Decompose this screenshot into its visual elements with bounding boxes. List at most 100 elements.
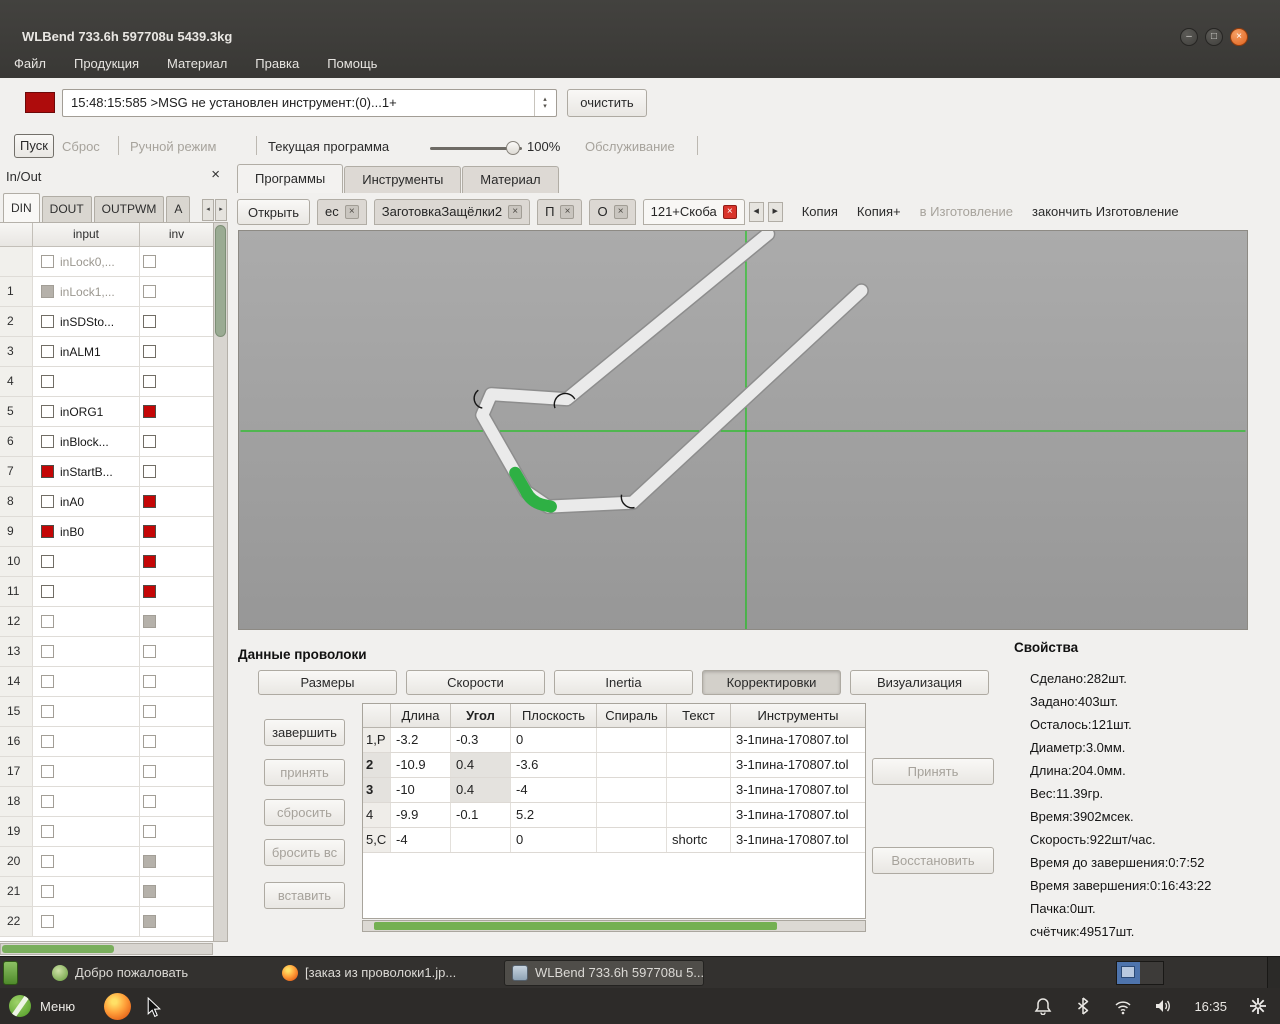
io-tab-OUTPWM[interactable]: OUTPWM xyxy=(93,196,165,222)
view-button-Визуализация[interactable]: Визуализация xyxy=(850,670,989,695)
notification-bell-icon[interactable] xyxy=(1034,997,1052,1015)
menu-button[interactable]: Меню xyxy=(0,988,91,1024)
input-checkbox[interactable] xyxy=(41,645,54,658)
inv-checkbox[interactable] xyxy=(143,855,156,868)
menu-item-Правка[interactable]: Правка xyxy=(241,52,313,78)
inv-checkbox[interactable] xyxy=(143,795,156,808)
tab-scroll-left-icon[interactable]: ◂ xyxy=(202,199,214,221)
panel-close-icon[interactable]: × xyxy=(211,166,220,183)
workspace-active[interactable] xyxy=(1117,961,1140,984)
combo-spinner[interactable]: ▴ ▾ xyxy=(534,90,555,116)
inv-checkbox[interactable] xyxy=(143,825,156,838)
program-tab[interactable]: 121+Скоба × xyxy=(642,198,745,225)
inv-checkbox[interactable] xyxy=(143,285,156,298)
program-tab[interactable]: О × xyxy=(589,198,636,225)
inv-checkbox[interactable] xyxy=(143,735,156,748)
taskbar-applet-icon[interactable] xyxy=(3,960,18,985)
clock[interactable]: 16:35 xyxy=(1194,999,1227,1014)
inv-checkbox[interactable] xyxy=(143,315,156,328)
menu-item-Помощь[interactable]: Помощь xyxy=(313,52,391,78)
input-checkbox[interactable] xyxy=(41,795,54,808)
inv-checkbox[interactable] xyxy=(143,705,156,718)
wire-data-row[interactable]: 3 -10 0.4 -4 3-1пина-170807.tol xyxy=(363,778,865,803)
input-checkbox[interactable] xyxy=(41,675,54,688)
inv-checkbox[interactable] xyxy=(143,615,156,628)
workspace-other[interactable] xyxy=(1140,961,1163,984)
slider-handle[interactable] xyxy=(506,141,520,155)
view-button-Inertia[interactable]: Inertia xyxy=(554,670,693,695)
inv-checkbox[interactable] xyxy=(143,465,156,478)
input-checkbox[interactable] xyxy=(41,615,54,628)
input-checkbox[interactable] xyxy=(41,735,54,748)
input-checkbox[interactable] xyxy=(41,525,54,538)
inv-checkbox[interactable] xyxy=(143,765,156,778)
taskbar-window[interactable]: [заказ из проволоки1.jp... xyxy=(274,960,474,986)
input-checkbox[interactable] xyxy=(41,555,54,568)
input-checkbox[interactable] xyxy=(41,765,54,778)
start-button[interactable]: Пуск xyxy=(14,134,54,158)
input-checkbox[interactable] xyxy=(41,465,54,478)
spinner-up-icon[interactable]: ▴ xyxy=(543,96,547,103)
taskbar-window[interactable]: WLBend 733.6h 597708u 5... xyxy=(504,959,704,986)
input-checkbox[interactable] xyxy=(41,585,54,598)
input-checkbox[interactable] xyxy=(41,315,54,328)
io-vertical-scrollbar[interactable] xyxy=(213,222,228,942)
view-button-Скорости[interactable]: Скорости xyxy=(406,670,545,695)
input-checkbox[interactable] xyxy=(41,255,54,268)
program-tab[interactable]: ЗаготовкаЗащёлки2 × xyxy=(373,198,531,225)
tabs-prev-icon[interactable]: ◀ xyxy=(748,201,764,222)
input-checkbox[interactable] xyxy=(41,705,54,718)
inv-checkbox[interactable] xyxy=(143,435,156,448)
open-button[interactable]: Открыть xyxy=(237,198,310,225)
inv-checkbox[interactable] xyxy=(143,255,156,268)
table-horizontal-scrollbar[interactable] xyxy=(362,920,866,932)
tab-scroll-right-icon[interactable]: ▸ xyxy=(215,199,227,221)
inv-checkbox[interactable] xyxy=(143,645,156,658)
maximize-icon[interactable]: □ xyxy=(1205,28,1223,46)
wire-data-row[interactable]: 5,C -4 0 shortc 3-1пина-170807.tol xyxy=(363,828,865,853)
inv-checkbox[interactable] xyxy=(143,675,156,688)
tab-close-icon[interactable]: × xyxy=(344,204,359,219)
inv-checkbox[interactable] xyxy=(143,375,156,388)
inv-checkbox[interactable] xyxy=(143,405,156,418)
view-button-Корректировки[interactable]: Корректировки xyxy=(702,670,841,695)
inv-checkbox[interactable] xyxy=(143,585,156,598)
tabs-next-icon[interactable]: ▶ xyxy=(767,201,783,222)
input-checkbox[interactable] xyxy=(41,435,54,448)
input-checkbox[interactable] xyxy=(41,345,54,358)
inv-checkbox[interactable] xyxy=(143,495,156,508)
speed-slider[interactable] xyxy=(430,141,522,155)
current-program-button[interactable]: Текущая программа xyxy=(268,139,389,154)
button-завершить[interactable]: завершить xyxy=(264,719,345,746)
program-tab[interactable]: ес × xyxy=(317,198,367,225)
input-checkbox[interactable] xyxy=(41,285,54,298)
wifi-icon[interactable] xyxy=(1114,997,1132,1015)
inv-checkbox[interactable] xyxy=(143,525,156,538)
io-tab-DOUT[interactable]: DOUT xyxy=(41,196,92,222)
wire-3d-viewport[interactable] xyxy=(238,230,1248,630)
tab-close-icon[interactable]: × xyxy=(613,204,628,219)
clear-button[interactable]: очистить xyxy=(567,89,647,117)
input-checkbox[interactable] xyxy=(41,885,54,898)
menu-item-Продукция[interactable]: Продукция xyxy=(60,52,153,78)
input-checkbox[interactable] xyxy=(41,825,54,838)
inv-checkbox[interactable] xyxy=(143,345,156,358)
input-checkbox[interactable] xyxy=(41,495,54,508)
wire-data-row[interactable]: 1,P -3.2 -0.3 0 3-1пина-170807.tol xyxy=(363,728,865,753)
menu-item-Материал[interactable]: Материал xyxy=(153,52,241,78)
io-tab-A[interactable]: A xyxy=(166,196,191,222)
minimize-icon[interactable]: – xyxy=(1180,28,1198,46)
io-horizontal-scrollbar[interactable] xyxy=(0,943,213,955)
tab-Программы[interactable]: Программы xyxy=(237,164,344,193)
tab-close-icon[interactable]: × xyxy=(560,204,575,219)
tab-close-icon[interactable]: × xyxy=(722,204,737,219)
close-icon[interactable]: × xyxy=(1230,28,1248,46)
tab-Материал[interactable]: Материал xyxy=(462,166,559,193)
log-message-combo[interactable]: 15:48:15:585 >MSG не установлен инструме… xyxy=(62,89,557,117)
inv-checkbox[interactable] xyxy=(143,555,156,568)
workspace-switcher[interactable] xyxy=(1116,960,1164,985)
action-закончить Изготовление[interactable]: закончить Изготовление xyxy=(1032,204,1179,219)
action-Копия+[interactable]: Копия+ xyxy=(857,204,901,219)
input-checkbox[interactable] xyxy=(41,375,54,388)
action-Копия[interactable]: Копия xyxy=(802,204,838,219)
